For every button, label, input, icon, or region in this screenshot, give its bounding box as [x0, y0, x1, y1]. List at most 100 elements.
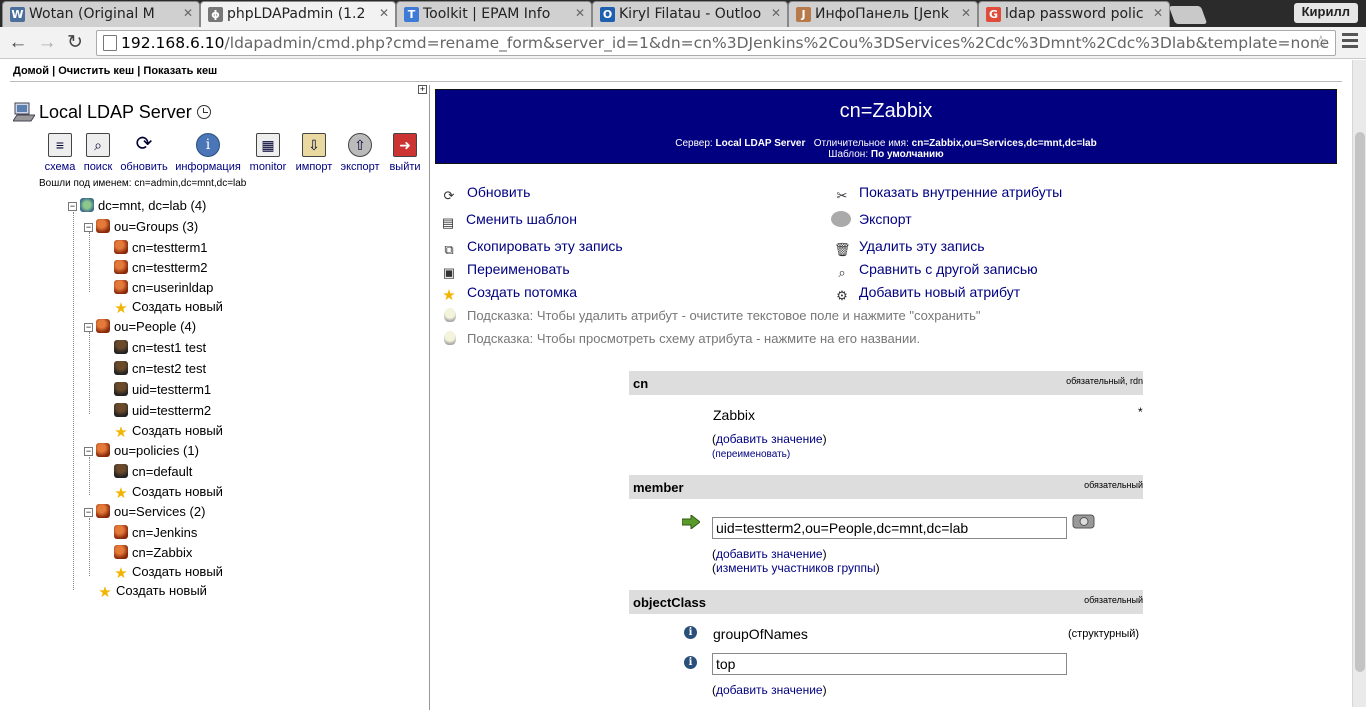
- attribute-name[interactable]: cn: [633, 376, 648, 391]
- tree-node[interactable]: cn=default: [114, 464, 192, 479]
- rename-text[interactable]: переименовать: [715, 449, 787, 460]
- browser-tab[interactable]: T Toolkit | EPAM Info ✕: [396, 1, 592, 27]
- objectclass-input[interactable]: [712, 653, 1067, 675]
- modify-members-link[interactable]: (изменить участников группы): [712, 561, 880, 575]
- refresh-icon: ⟳: [443, 188, 455, 203]
- attribute-name[interactable]: objectClass: [633, 595, 706, 610]
- tree-node[interactable]: cn=test1 test: [114, 340, 206, 355]
- tool-import[interactable]: ⇩ импорт: [294, 133, 334, 173]
- arrow-right-icon[interactable]: [682, 515, 700, 529]
- tool-export[interactable]: ⇧ экспорт: [339, 133, 381, 173]
- tree-node[interactable]: cn=Jenkins: [114, 525, 197, 540]
- change-template-action[interactable]: ▤ Сменить шаблон: [438, 211, 577, 231]
- add-value-text[interactable]: добавить значение: [716, 547, 823, 561]
- collapse-icon[interactable]: −: [68, 202, 77, 212]
- tool-logout[interactable]: ➜ выйти: [387, 133, 423, 173]
- dn-browse-icon[interactable]: [1072, 513, 1096, 531]
- tool-refresh[interactable]: ⟳ обновить: [118, 133, 170, 173]
- tree-node[interactable]: cn=Zabbix: [114, 545, 192, 560]
- add-value-text[interactable]: добавить значение: [716, 432, 823, 446]
- tree-node[interactable]: cn=testterm1: [114, 240, 208, 255]
- rename-action[interactable]: ▣ Переименовать: [441, 261, 570, 281]
- home-link[interactable]: Домой: [13, 65, 49, 77]
- clear-cache-link[interactable]: Очистить кеш: [58, 65, 134, 77]
- attribute-header-cn[interactable]: cn обязательный, rdn: [629, 371, 1143, 395]
- schema-icon: ≡: [48, 133, 72, 157]
- modify-members-text[interactable]: изменить участников группы: [716, 561, 876, 575]
- tool-monitor[interactable]: ▦ monitor: [248, 133, 288, 173]
- tree-node-policies[interactable]: − ou=policies (1): [84, 443, 199, 458]
- info-icon[interactable]: i: [684, 656, 697, 669]
- close-icon[interactable]: ✕: [183, 6, 193, 20]
- tree-create-new[interactable]: ★ Создать новый: [114, 423, 223, 440]
- tree-create-new[interactable]: ★ Создать новый: [114, 299, 223, 316]
- copy-entry-action[interactable]: ⧉ Скопировать эту запись: [441, 238, 622, 258]
- forward-icon[interactable]: →: [35, 31, 59, 55]
- add-attribute-action[interactable]: ⚙ Добавить новый атрибут: [834, 284, 1020, 304]
- page-scrollbar[interactable]: [1352, 60, 1366, 707]
- collapse-icon[interactable]: −: [84, 508, 93, 518]
- add-value-link[interactable]: (добавить значение): [712, 683, 827, 697]
- info-icon[interactable]: i: [684, 626, 697, 639]
- vk-icon: W: [10, 7, 25, 22]
- tree-node[interactable]: cn=test2 test: [114, 361, 206, 376]
- show-cache-link[interactable]: Показать кеш: [143, 65, 217, 77]
- profile-user[interactable]: Кирилл: [1293, 3, 1358, 23]
- browser-tab[interactable]: O Kiryl Filatau - Outloo ✕: [592, 1, 788, 27]
- tree-node[interactable]: uid=testterm1: [114, 382, 211, 397]
- browser-tab[interactable]: J ИнфоПанель [Jenk ✕: [788, 1, 978, 27]
- back-icon[interactable]: ←: [6, 31, 30, 55]
- tree-node[interactable]: cn=userinldap: [114, 280, 213, 295]
- expand-icon[interactable]: +: [418, 85, 427, 94]
- add-value-link[interactable]: (добавить значение): [712, 432, 827, 446]
- refresh-action[interactable]: ⟳ Обновить: [441, 184, 531, 204]
- browser-tab[interactable]: G ldap password polic ✕: [978, 1, 1170, 27]
- group-icon: [114, 280, 128, 294]
- add-value-link[interactable]: (добавить значение): [712, 547, 827, 561]
- browser-tab[interactable]: W Wotan (Original M ✕: [2, 1, 200, 27]
- tree-node-services[interactable]: − ou=Services (2): [84, 504, 205, 519]
- add-value-text[interactable]: добавить значение: [716, 683, 823, 697]
- person-icon: [114, 403, 128, 417]
- url-text[interactable]: 192.168.6.10/ldapadmin/cmd.php?cmd=renam…: [121, 34, 1329, 52]
- close-icon[interactable]: ✕: [575, 6, 585, 20]
- create-child-action[interactable]: ★ Создать потомка: [441, 284, 577, 304]
- delete-entry-action[interactable]: 🗑 Удалить эту запись: [834, 238, 985, 258]
- tree-node[interactable]: cn=testterm2: [114, 260, 208, 275]
- tree-create-new[interactable]: ★ Создать новый: [114, 484, 223, 501]
- outlook-icon: O: [600, 7, 615, 22]
- tool-search[interactable]: ⌕ поиск: [82, 133, 114, 173]
- collapse-icon[interactable]: −: [84, 223, 93, 233]
- close-icon[interactable]: ✕: [1153, 6, 1163, 20]
- compare-action[interactable]: ⌕ Сравнить с другой записью: [834, 261, 1037, 281]
- rename-link[interactable]: (переименовать): [712, 449, 790, 460]
- browser-menu-icon[interactable]: [1342, 33, 1358, 51]
- close-icon[interactable]: ✕: [379, 6, 389, 20]
- group-icon: [114, 240, 128, 254]
- close-icon[interactable]: ✕: [771, 6, 781, 20]
- export-action[interactable]: Экспорт: [831, 211, 912, 227]
- new-tab-button[interactable]: [1168, 6, 1208, 24]
- attribute-header-member[interactable]: member обязательный: [629, 475, 1143, 499]
- show-internal-attrs-action[interactable]: ✂ Показать внутренние атрибуты: [834, 184, 1063, 204]
- tree-node[interactable]: uid=testterm2: [114, 403, 211, 418]
- tool-info[interactable]: i информация: [175, 133, 241, 173]
- tree-root[interactable]: − dc=mnt, dc=lab (4): [68, 198, 206, 213]
- attribute-header-objectclass[interactable]: objectClass обязательный: [629, 590, 1143, 614]
- tree-create-new[interactable]: ★ Создать новый: [98, 583, 207, 600]
- reload-icon[interactable]: ↻: [63, 31, 87, 55]
- address-bar[interactable]: 192.168.6.10/ldapadmin/cmd.php?cmd=renam…: [96, 30, 1336, 56]
- scrollbar-thumb[interactable]: [1355, 132, 1365, 672]
- tree-node-people[interactable]: − ou=People (4): [84, 319, 196, 334]
- tree-node-groups[interactable]: − ou=Groups (3): [84, 219, 198, 234]
- bookmark-star-icon[interactable]: ☆: [1313, 32, 1329, 53]
- collapse-icon[interactable]: −: [84, 323, 93, 333]
- tree-label: ou=policies (1): [114, 443, 199, 458]
- member-input[interactable]: [712, 517, 1067, 539]
- browser-tab-active[interactable]: ϕ phpLDAPadmin (1.2 ✕: [200, 1, 396, 27]
- close-icon[interactable]: ✕: [961, 6, 971, 20]
- collapse-icon[interactable]: −: [84, 447, 93, 457]
- tree-create-new[interactable]: ★ Создать новый: [114, 564, 223, 581]
- attribute-name[interactable]: member: [633, 480, 684, 495]
- tool-schema[interactable]: ≡ схема: [44, 133, 76, 173]
